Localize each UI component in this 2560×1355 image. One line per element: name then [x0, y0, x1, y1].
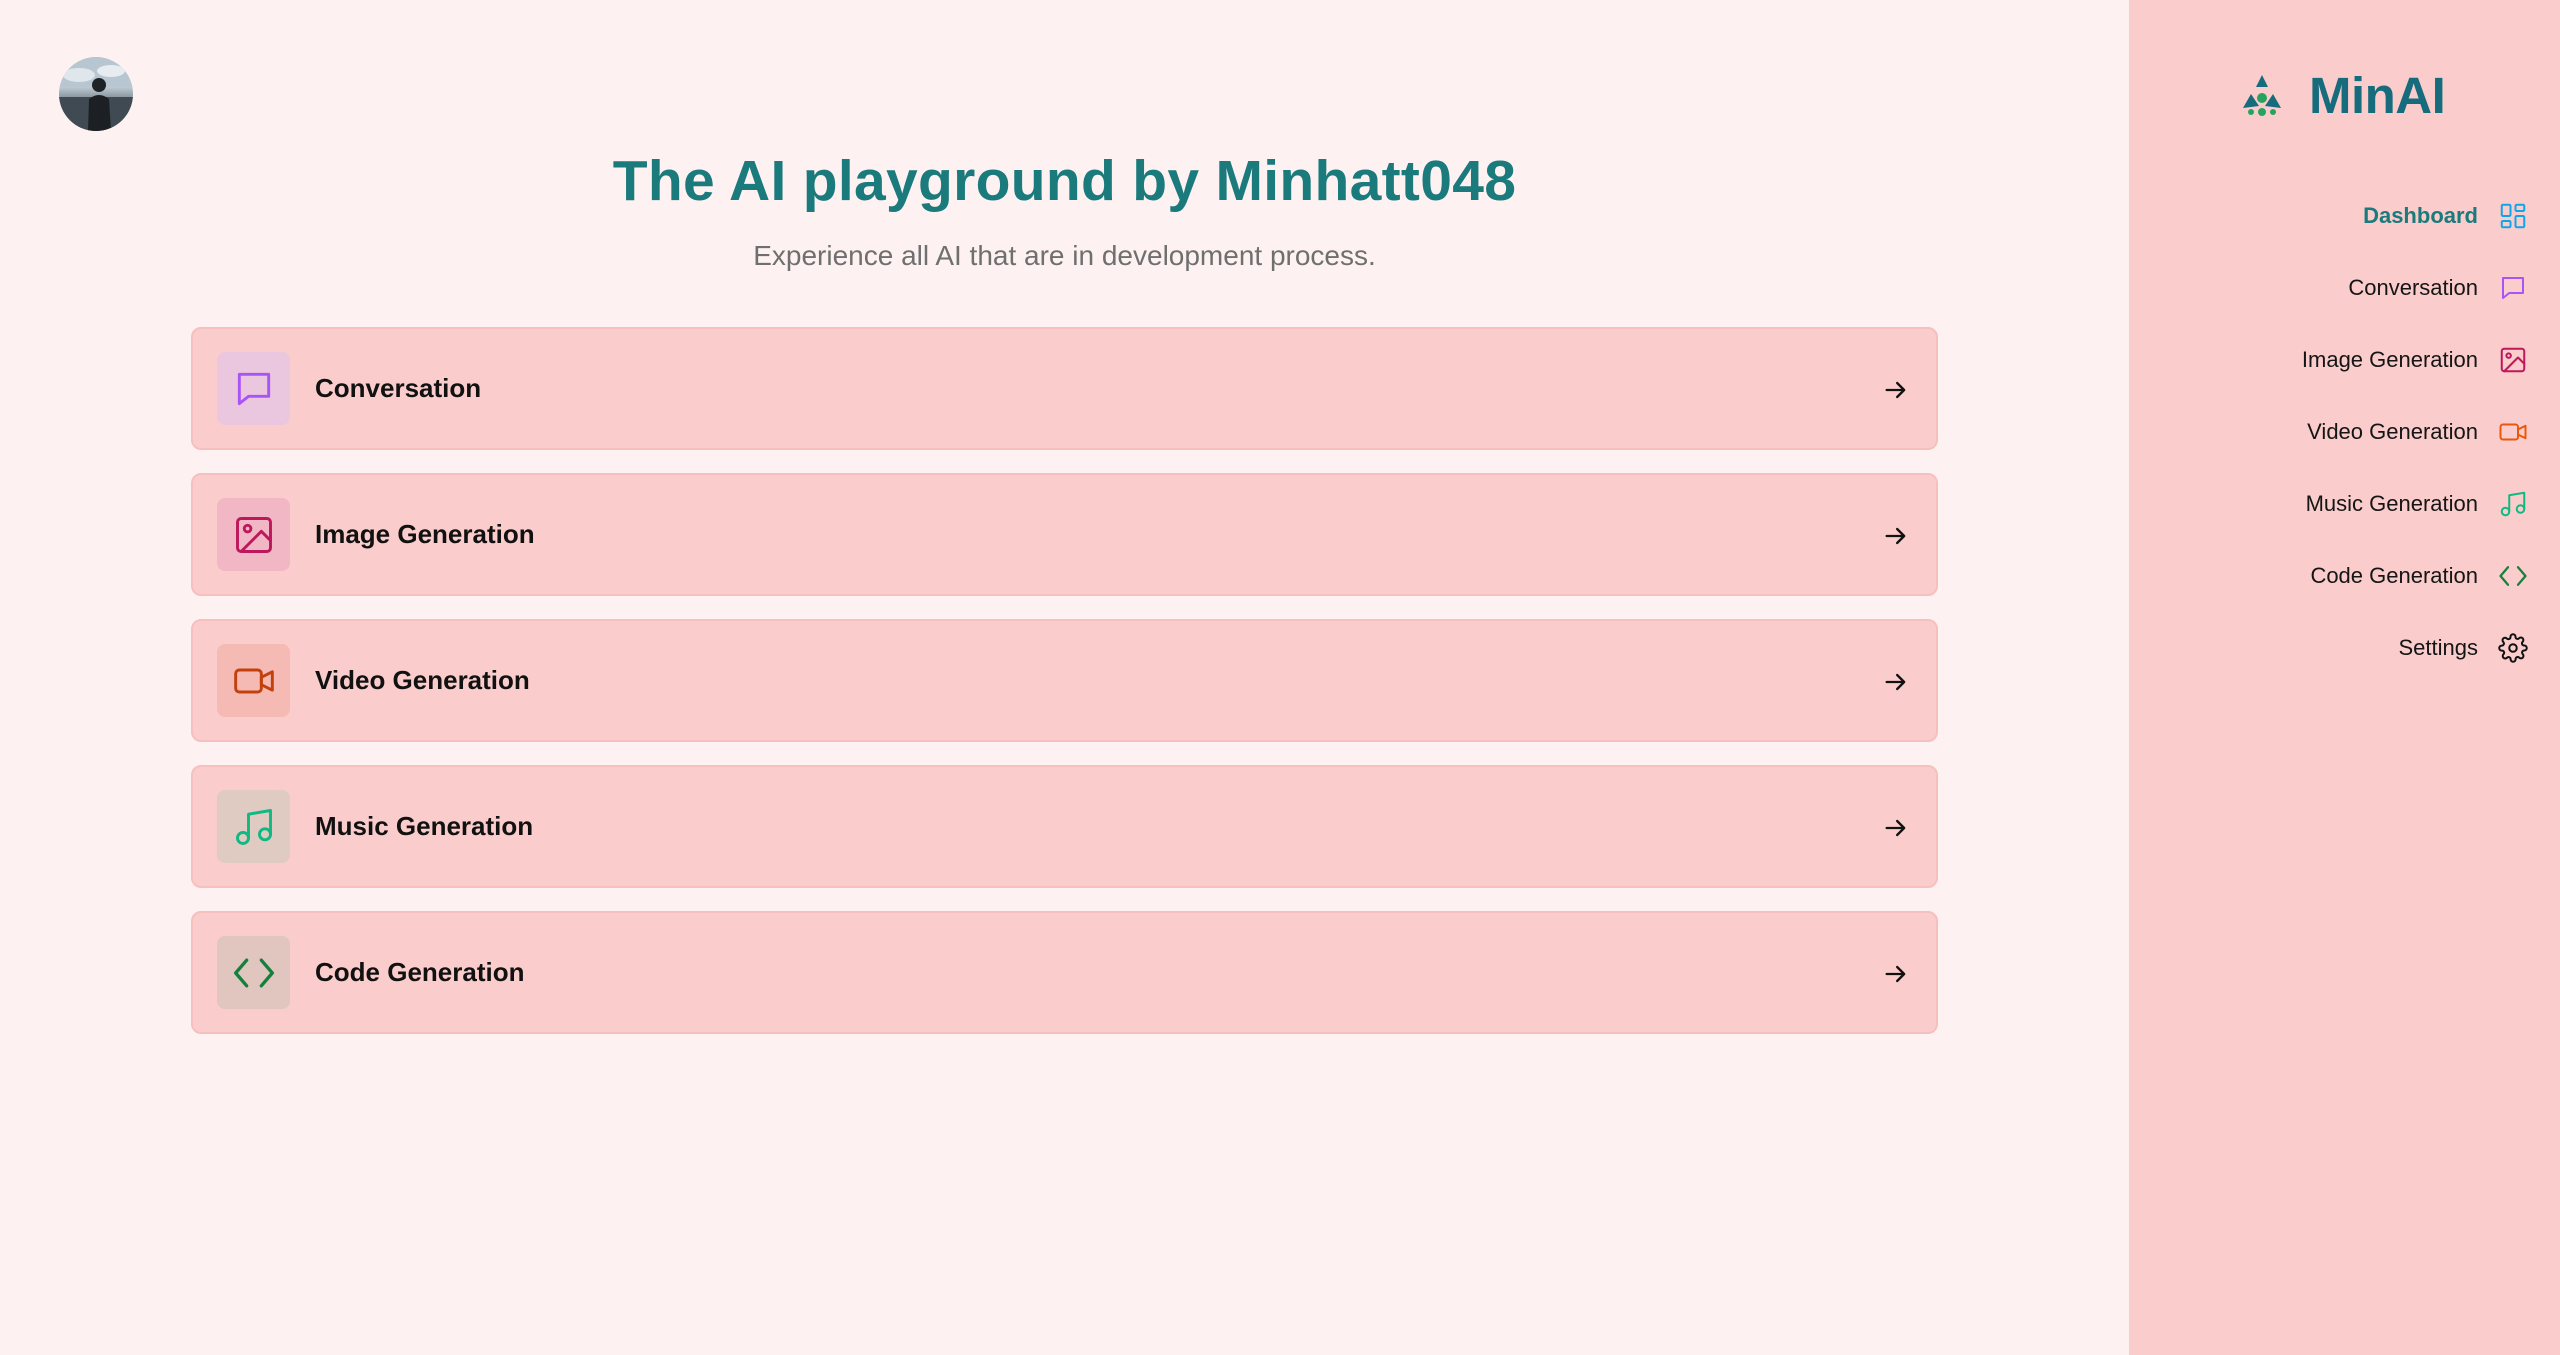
sidebar-item-music-generation[interactable]: Music Generation — [2306, 482, 2528, 526]
arrow-right-icon[interactable] — [1882, 522, 1910, 550]
image-icon — [2500, 347, 2526, 373]
card-code-generation[interactable]: Code Generation — [191, 911, 1938, 1034]
gear-icon — [2498, 633, 2528, 663]
chat-bubble-icon — [237, 372, 270, 405]
sidebar-item-settings[interactable]: Settings — [2399, 626, 2529, 670]
sidebar-item-label: Conversation — [2348, 275, 2478, 300]
chat-bubble-icon — [2502, 277, 2524, 299]
sidebar-item-dashboard[interactable]: Dashboard — [2363, 194, 2528, 238]
brand-logo[interactable]: MinAI — [2239, 62, 2446, 128]
card-icon-box — [217, 790, 290, 863]
user-avatar[interactable] — [59, 57, 133, 131]
arrow-right-icon[interactable] — [1882, 376, 1910, 404]
card-image-generation[interactable]: Image Generation — [191, 473, 1938, 596]
card-conversation[interactable]: Conversation — [191, 327, 1938, 450]
image-icon — [235, 516, 272, 553]
logo-icon — [2243, 75, 2281, 116]
avatar-photo-icon — [59, 57, 133, 131]
sidebar-item-image-generation[interactable]: Image Generation — [2302, 338, 2528, 382]
card-music-generation[interactable]: Music Generation — [191, 765, 1938, 888]
video-camera-icon — [233, 668, 274, 693]
card-label: Conversation — [315, 373, 482, 403]
arrow-right-icon[interactable] — [1882, 960, 1910, 988]
sidebar-item-label: Image Generation — [2301, 347, 2478, 372]
video-camera-icon — [2499, 423, 2527, 441]
music-note-icon — [235, 808, 272, 845]
music-note-icon — [2500, 491, 2526, 517]
card-icon-box — [217, 352, 290, 425]
card-label: Code Generation — [315, 957, 525, 987]
card-label: Music Generation — [315, 811, 534, 841]
arrow-right-icon[interactable] — [1882, 814, 1910, 842]
sidebar-item-video-generation[interactable]: Video Generation — [2307, 410, 2528, 454]
sidebar-item-label: Settings — [2398, 635, 2479, 660]
sidebar-item-conversation[interactable]: Conversation — [2348, 266, 2528, 310]
sidebar-item-code-generation[interactable]: Code Generation — [2310, 554, 2528, 598]
sidebar-item-label: Code Generation — [2310, 563, 2478, 588]
card-label: Video Generation — [315, 665, 530, 695]
brand-name: MinAI — [2309, 66, 2446, 124]
card-video-generation[interactable]: Video Generation — [191, 619, 1938, 742]
code-brackets-icon — [2499, 566, 2527, 586]
arrow-right-icon[interactable] — [1882, 668, 1910, 696]
card-label: Image Generation — [315, 519, 535, 549]
page-title: The AI playground by Minhatt048 — [612, 149, 1517, 213]
card-icon-box — [217, 644, 290, 717]
dashboard-icon — [2500, 203, 2526, 229]
main-content: The AI playground by Minhatt048 Experien… — [0, 0, 2129, 1355]
feature-card-list: Conversation Image Generation Video Gene… — [191, 327, 1938, 1057]
code-brackets-icon — [233, 958, 274, 987]
page-subtitle: Experience all AI that are in developmen… — [753, 240, 1376, 271]
sidebar: MinAI Dashboard Conversation Image Gener… — [2129, 0, 2560, 1355]
sidebar-item-label: Music Generation — [2305, 491, 2478, 516]
sidebar-item-label: Video Generation — [2307, 419, 2478, 444]
card-icon-box — [217, 936, 290, 1009]
sidebar-item-label: Dashboard — [2363, 203, 2478, 228]
card-icon-box — [217, 498, 290, 571]
